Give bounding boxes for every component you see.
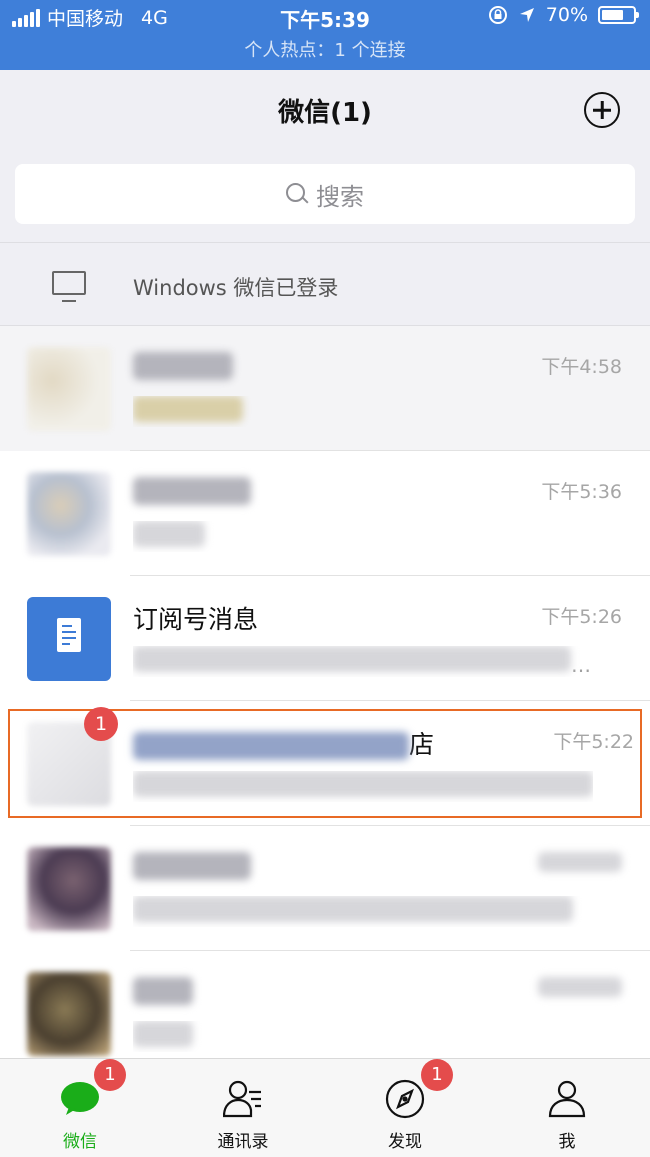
windows-login-banner[interactable]: Windows 微信已登录 bbox=[0, 242, 650, 326]
tab-me[interactable]: 我 bbox=[487, 1059, 647, 1157]
rotation-lock-icon bbox=[488, 6, 507, 24]
document-icon bbox=[57, 618, 81, 652]
search-input[interactable]: 搜索 bbox=[15, 164, 635, 224]
avatar bbox=[27, 347, 111, 431]
chat-time bbox=[538, 977, 622, 1002]
unread-badge: 1 bbox=[84, 707, 118, 741]
search-icon bbox=[286, 183, 308, 205]
avatar bbox=[27, 847, 111, 931]
chat-preview bbox=[133, 896, 593, 927]
chat-time: 下午5:26 bbox=[541, 606, 622, 628]
chat-preview bbox=[133, 521, 593, 552]
tab-badge: 1 bbox=[421, 1059, 453, 1091]
chat-preview: … bbox=[133, 646, 593, 677]
chat-list: 下午4:58 下午5:36 订阅号消息 下午5:26 … 1 店 下午5:22 bbox=[0, 326, 650, 1076]
battery-percent: 70% bbox=[545, 4, 588, 26]
battery-fill bbox=[602, 10, 623, 20]
chat-name bbox=[133, 350, 233, 380]
chat-row-highlighted[interactable]: 1 店 下午5:22 bbox=[0, 701, 650, 826]
tab-chats[interactable]: 1 微信 bbox=[0, 1059, 160, 1157]
tab-contacts[interactable]: 通讯录 bbox=[163, 1059, 323, 1157]
chat-time: 下午5:36 bbox=[541, 481, 622, 503]
chat-name-suffix: 店 bbox=[409, 730, 435, 759]
chat-name bbox=[133, 850, 251, 880]
chat-preview bbox=[133, 771, 593, 802]
chat-name: 订阅号消息 bbox=[133, 605, 259, 634]
login-notice-text: Windows 微信已登录 bbox=[133, 276, 339, 300]
chat-name bbox=[133, 975, 193, 1005]
chat-time: 下午5:22 bbox=[553, 731, 634, 753]
location-arrow-icon bbox=[519, 8, 534, 22]
page-title: 微信(1) bbox=[278, 98, 372, 128]
tab-discover[interactable]: 1 发现 bbox=[325, 1059, 485, 1157]
chat-row[interactable]: 订阅号消息 下午5:26 … bbox=[0, 576, 650, 701]
tab-label: 发现 bbox=[388, 1132, 422, 1152]
chat-row[interactable]: 下午4:58 bbox=[0, 326, 650, 451]
avatar bbox=[27, 972, 111, 1056]
chat-preview bbox=[133, 396, 593, 427]
tab-badge: 1 bbox=[94, 1059, 126, 1091]
status-bar: 中国移动 4G 下午5:39 70% 个人热点：1 个连接 bbox=[0, 0, 650, 70]
tab-bar: 1 微信 通讯录 1 发现 我 bbox=[0, 1058, 650, 1157]
battery-icon bbox=[598, 6, 639, 24]
chat-preview bbox=[133, 1021, 593, 1052]
subscription-avatar bbox=[27, 597, 111, 681]
ellipsis: … bbox=[571, 653, 591, 677]
avatar bbox=[27, 472, 111, 556]
compass-icon bbox=[385, 1079, 425, 1119]
tab-label: 微信 bbox=[63, 1132, 97, 1152]
chat-bubble-icon bbox=[61, 1082, 99, 1115]
monitor-icon bbox=[52, 271, 86, 302]
search-placeholder: 搜索 bbox=[316, 182, 364, 211]
tab-label: 通讯录 bbox=[217, 1132, 269, 1152]
contacts-icon bbox=[223, 1080, 261, 1118]
chat-name: 店 bbox=[133, 725, 434, 761]
chat-time: 下午4:58 bbox=[541, 356, 622, 378]
chat-row[interactable] bbox=[0, 826, 650, 951]
search-area: 搜索 bbox=[0, 150, 650, 242]
plus-circle-icon[interactable] bbox=[584, 92, 620, 128]
nav-header: 微信(1) bbox=[0, 70, 650, 150]
chat-row[interactable]: 下午5:36 bbox=[0, 451, 650, 576]
chat-time bbox=[538, 852, 622, 877]
hotspot-banner[interactable]: 个人热点：1 个连接 bbox=[0, 36, 650, 62]
chat-name bbox=[133, 475, 251, 505]
person-icon bbox=[548, 1080, 586, 1118]
tab-label: 我 bbox=[558, 1132, 576, 1152]
